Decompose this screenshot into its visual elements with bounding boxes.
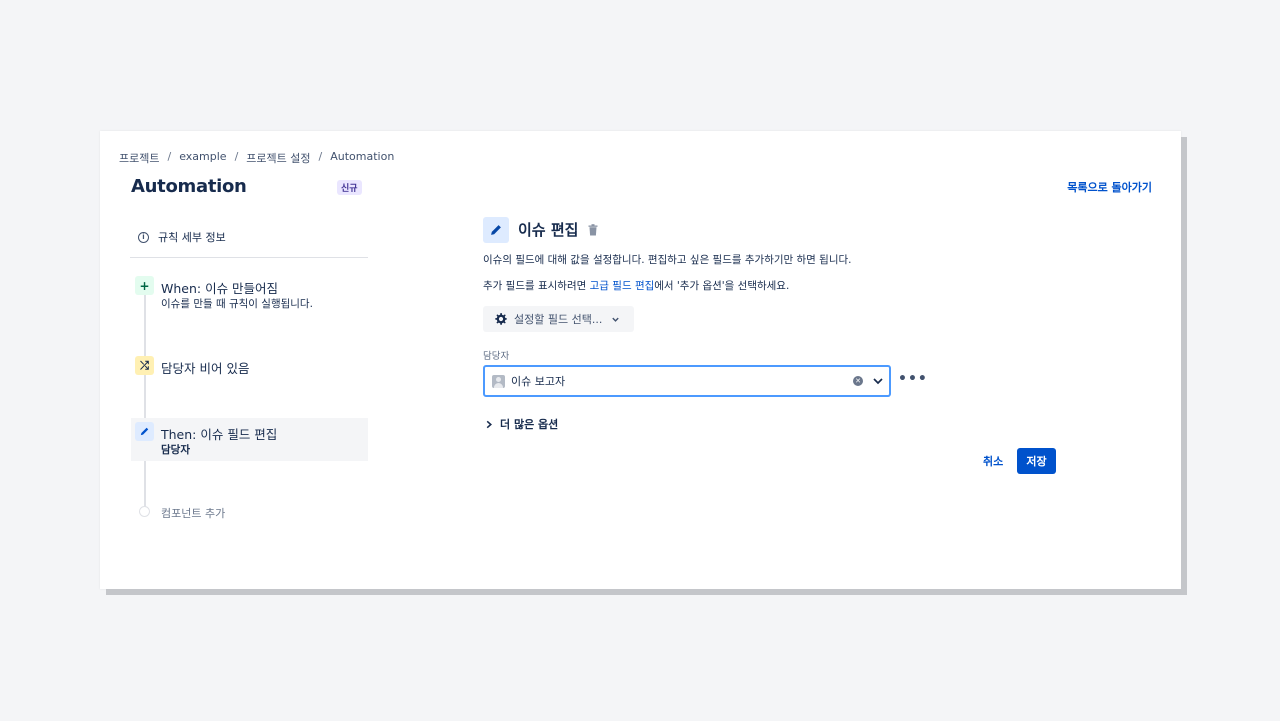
advanced-hint: 추가 필드를 표시하려면 고급 필드 편집에서 '추가 옵션'을 선택하세요. (483, 278, 789, 293)
pencil-icon (483, 217, 509, 243)
breadcrumb-projects[interactable]: 프로젝트 (119, 150, 159, 166)
save-button[interactable]: 저장 (1017, 448, 1056, 474)
divider (130, 257, 368, 258)
page-title: Automation (131, 176, 247, 197)
rule-timeline-line (144, 286, 146, 511)
back-to-list-link[interactable]: 목록으로 돌아가기 (1067, 179, 1152, 195)
more-options-label: 더 많은 옵션 (500, 418, 559, 431)
chevron-right-icon (486, 420, 492, 428)
condition-title: 담당자 비어 있음 (161, 361, 250, 376)
breadcrumb-automation[interactable]: Automation (330, 150, 394, 166)
action-description: 이슈의 필드에 대해 값을 설정합니다. 편집하고 싶은 필드를 추가하기만 하… (483, 254, 852, 266)
assignee-value: 이슈 보고자 (511, 375, 566, 388)
more-actions-icon[interactable]: ••• (898, 371, 928, 387)
action-panel-title: 이슈 편집 (518, 221, 579, 239)
select-field-button[interactable]: 설정할 필드 선택... (483, 306, 634, 332)
hint-suffix: 에서 '추가 옵션'을 선택하세요. (654, 280, 790, 292)
breadcrumb: 프로젝트 / example / 프로젝트 설정 / Automation (119, 150, 394, 166)
gear-icon (495, 313, 507, 325)
select-field-label: 설정할 필드 선택... (514, 313, 603, 326)
breadcrumb-project-example[interactable]: example (179, 150, 226, 166)
breadcrumb-separator: / (167, 150, 172, 163)
breadcrumb-separator: / (318, 150, 323, 163)
action-subtitle: 담당자 (161, 444, 190, 456)
chevron-down-icon (612, 317, 620, 322)
main-panel: 프로젝트 / example / 프로젝트 설정 / Automation Au… (100, 131, 1181, 589)
info-icon: i (138, 231, 149, 243)
breadcrumb-project-settings[interactable]: 프로젝트 설정 (246, 150, 310, 166)
plus-icon: + (135, 276, 154, 295)
trigger-title: When: 이슈 만들어짐 (161, 281, 279, 296)
clear-icon[interactable]: ✕ (853, 376, 863, 386)
new-badge: 신규 (337, 180, 362, 195)
add-component-link[interactable]: 컴포넌트 추가 (161, 505, 225, 521)
more-options-toggle[interactable]: 더 많은 옵션 (485, 416, 558, 432)
add-component-dot[interactable] (139, 506, 150, 517)
rule-details-item[interactable]: i 규칙 세부 정보 (138, 229, 226, 245)
avatar (492, 374, 505, 388)
advanced-field-edit-link[interactable]: 고급 필드 편집 (590, 280, 655, 292)
shuffle-icon: ⤮ (135, 356, 154, 375)
assignee-field-label: 담당자 (483, 351, 510, 362)
trigger-subtitle: 이슈를 만들 때 규칙이 실행됩니다. (161, 298, 313, 310)
rule-details-label: 규칙 세부 정보 (158, 231, 226, 244)
cancel-button[interactable]: 취소 (974, 448, 1012, 474)
breadcrumb-separator: / (234, 150, 239, 163)
chevron-down-icon[interactable] (872, 375, 884, 387)
hint-prefix: 추가 필드를 표시하려면 (483, 280, 590, 292)
assignee-select[interactable]: 이슈 보고자 ✕ (483, 365, 891, 397)
trash-icon[interactable] (588, 224, 598, 236)
action-title: Then: 이슈 필드 편집 (161, 427, 278, 442)
pencil-icon (135, 422, 154, 441)
